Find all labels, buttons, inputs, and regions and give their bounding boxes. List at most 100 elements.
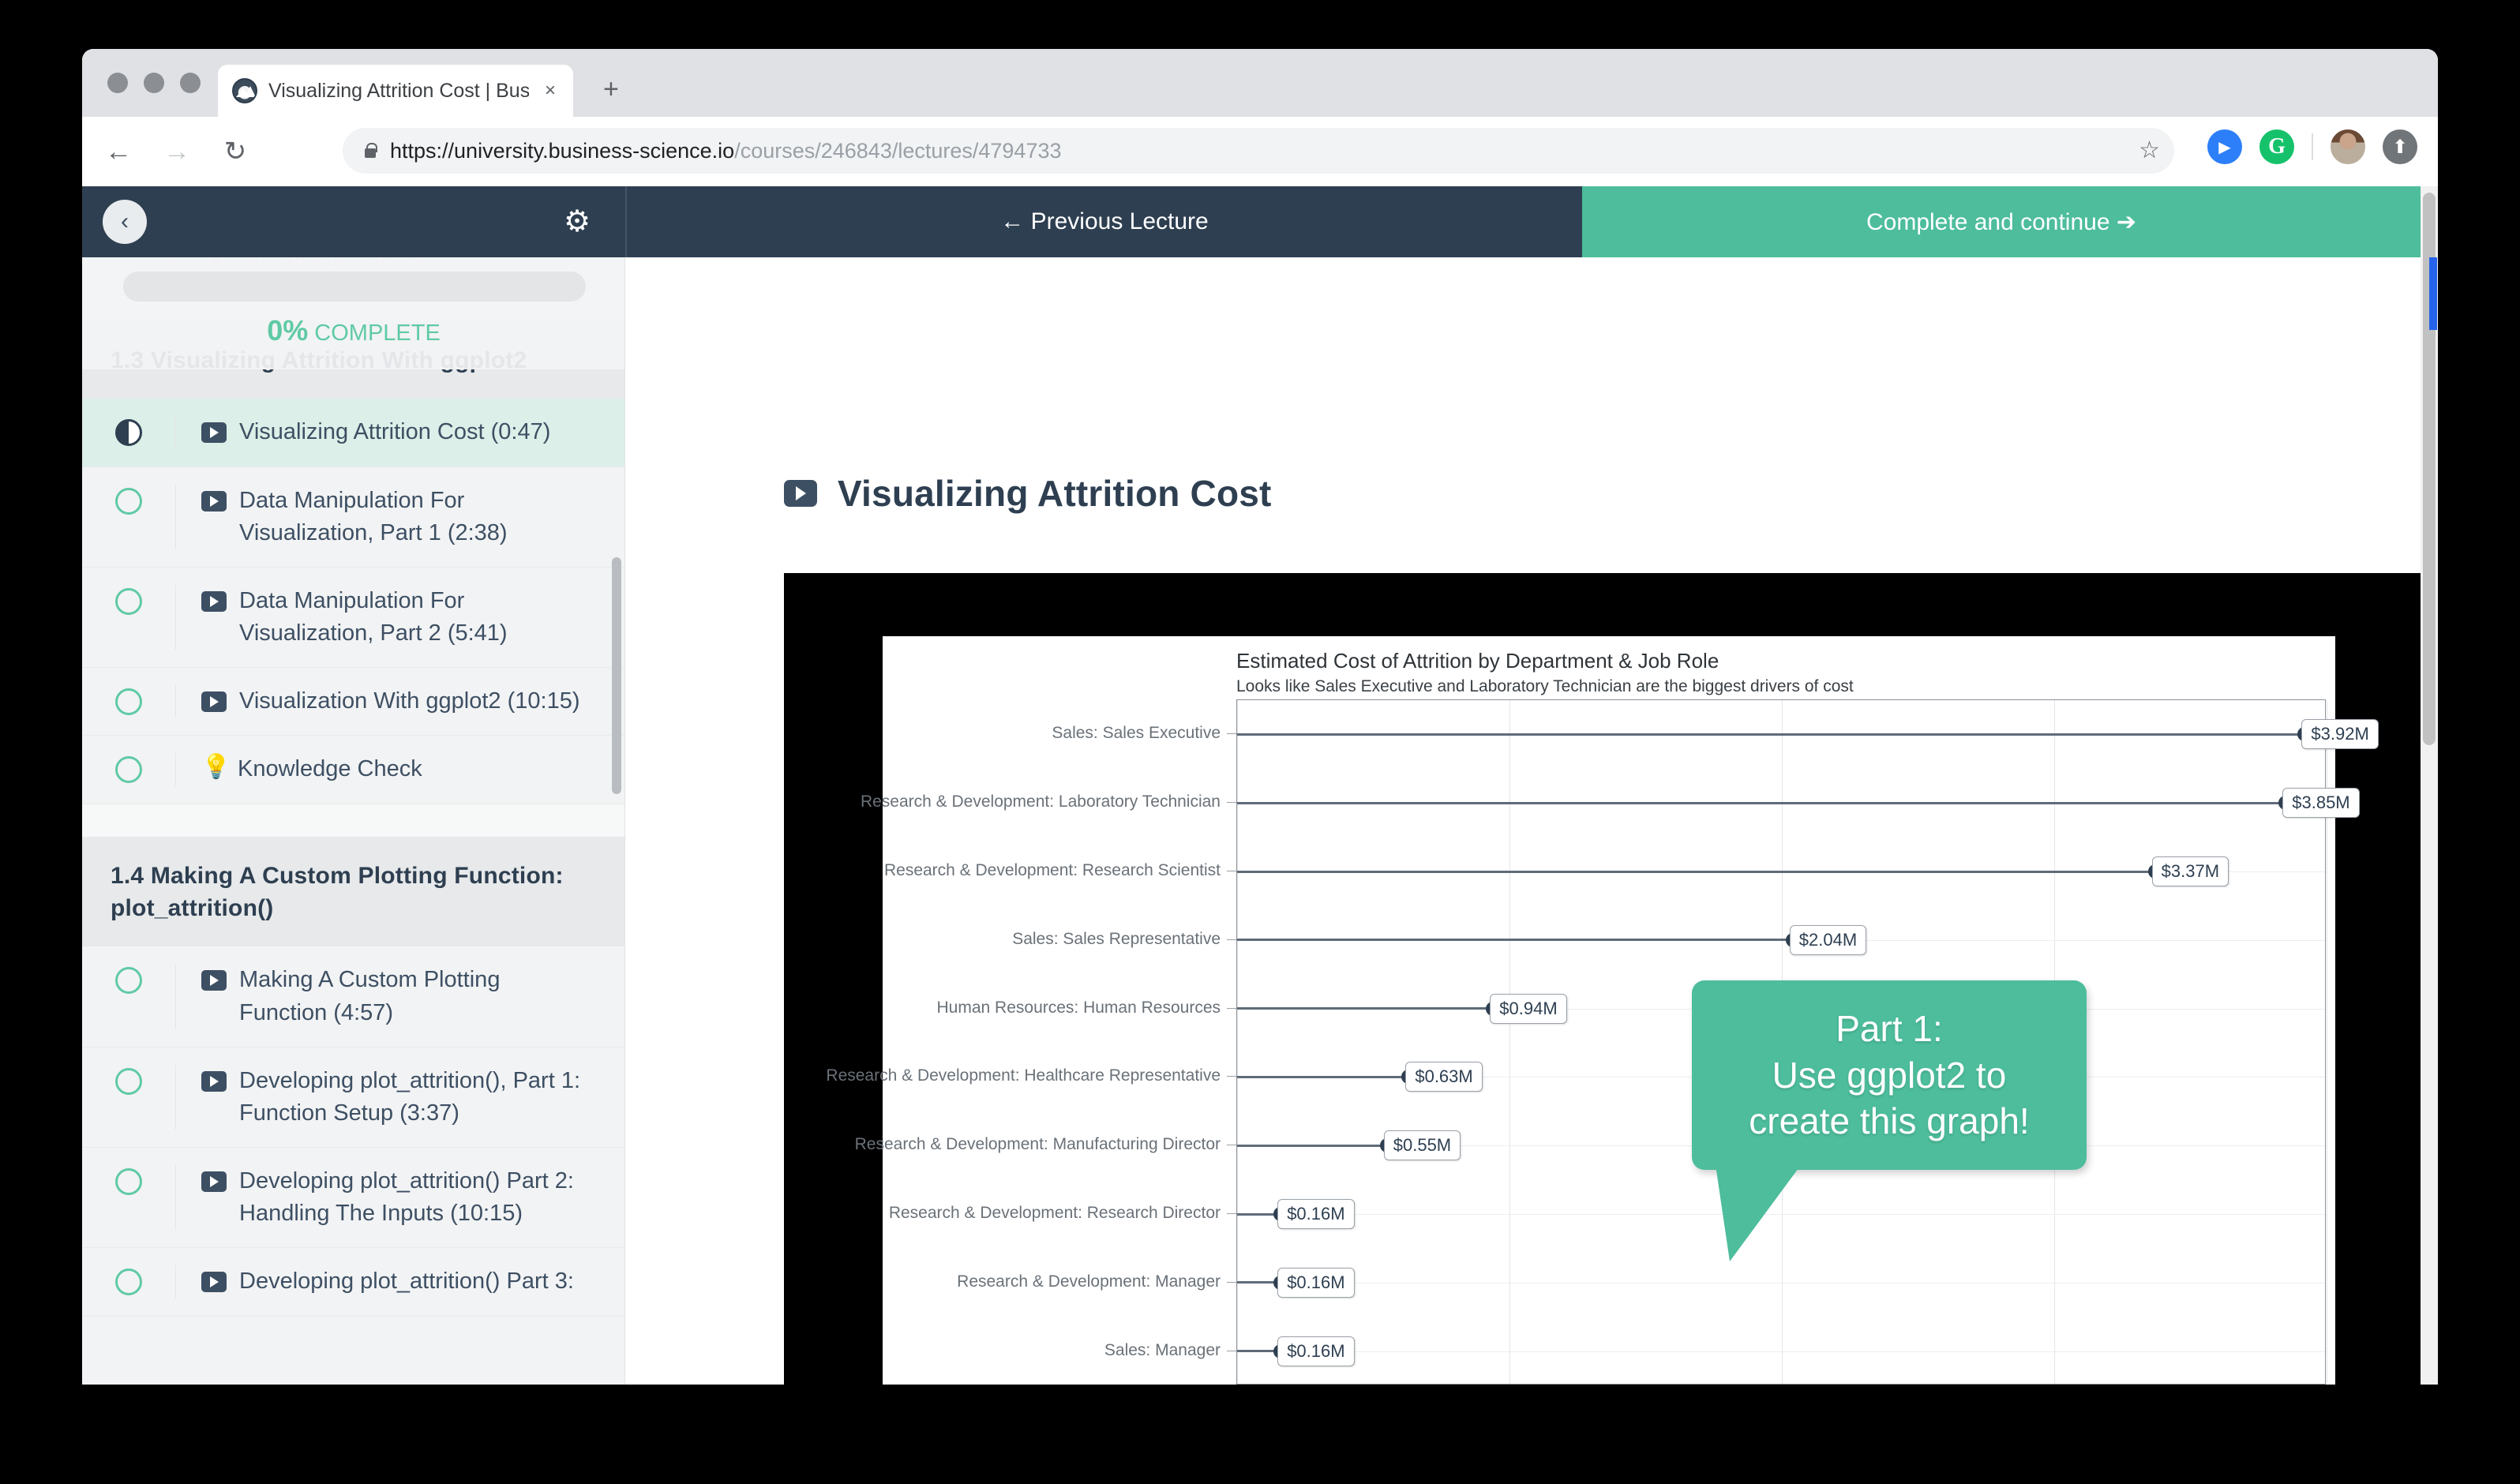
chart-ytick <box>1227 1281 1236 1283</box>
chart-title: Estimated Cost of Attrition by Departmen… <box>1236 649 1719 673</box>
chart-ytick-label: Research & Development: Research Directo… <box>888 1204 1221 1222</box>
forward-icon[interactable]: → <box>155 129 199 174</box>
close-icon[interactable]: × <box>540 80 561 101</box>
progress-bar <box>123 272 586 302</box>
status-circle <box>82 1165 175 1196</box>
zoom-camera-glyph: ▶ <box>2218 138 2231 156</box>
video-icon <box>201 590 227 612</box>
list-item-body: Making A Custom Plotting Function (4:57) <box>175 964 624 1029</box>
chart-ytick <box>1227 733 1236 735</box>
chart-bar <box>1237 801 2286 804</box>
course-topnav: ‹ ⚙ ← Previous Lecture Complete and cont… <box>82 186 2421 257</box>
status-circle <box>82 1065 175 1095</box>
grammarly-icon[interactable]: G <box>2259 129 2294 164</box>
chart-ytick <box>1227 939 1236 940</box>
chart-bar <box>1237 733 2305 736</box>
status-circle <box>82 1265 175 1296</box>
course-progress: 0% COMPLETE <box>82 257 624 369</box>
status-circle <box>82 753 175 784</box>
new-tab-button[interactable]: + <box>603 76 619 103</box>
upload-icon[interactable]: ⬆ <box>2383 129 2417 164</box>
list-item-body: Data Manipulation For Visualization, Par… <box>175 584 624 650</box>
chart-ytick <box>1227 1007 1236 1009</box>
status-circle <box>82 964 175 995</box>
chart-bar <box>1237 870 2155 873</box>
sidebar-item-developing-plot-attrition-part-2[interactable]: Developing plot_attrition() Part 2: Hand… <box>82 1148 624 1249</box>
close-window-button[interactable] <box>107 73 128 93</box>
bookmark-star-icon[interactable]: ☆ <box>2139 137 2160 164</box>
window-controls[interactable] <box>107 73 201 93</box>
callout-tail <box>1716 1165 1801 1261</box>
list-item-label: Developing plot_attrition() Part 2: Hand… <box>239 1168 574 1227</box>
chart-data-label: $2.04M <box>1789 924 1867 955</box>
list-item-label: Developing plot_attrition(), Part 1: Fun… <box>239 1067 580 1126</box>
sidebar-scroll-content: Attrition Workflow Recap (1:33) 💡 Knowle… <box>82 257 624 1317</box>
sidebar-item-data-manipulation-part-2[interactable]: Data Manipulation For Visualization, Par… <box>82 567 624 669</box>
chart-data-label: $0.63M <box>1405 1062 1483 1092</box>
sidebar-item-developing-plot-attrition-part-1[interactable]: Developing plot_attrition(), Part 1: Fun… <box>82 1047 624 1149</box>
previous-lecture-button[interactable]: ← Previous Lecture <box>625 186 1582 257</box>
reload-icon[interactable]: ↻ <box>213 129 257 174</box>
chart-gridline-horizontal <box>1237 1351 2325 1352</box>
chart-ytick <box>1227 1213 1236 1214</box>
chart-ytick-label: Research & Development: Laboratory Techn… <box>860 793 1221 811</box>
bulb-icon: 💡 <box>201 754 231 781</box>
back-icon[interactable]: ← <box>96 129 141 174</box>
favicon-mountain-icon <box>232 78 257 103</box>
tab-title: Visualizing Attrition Cost | Busi <box>268 79 529 102</box>
chart-figure: Estimated Cost of Attrition by Departmen… <box>826 636 2379 1385</box>
status-circle <box>82 685 175 716</box>
chart-ytick-label: Human Resources: Human Resources <box>936 998 1221 1017</box>
lecture-main: Visualizing Attrition Cost Estimated Cos… <box>626 257 2421 1385</box>
minimize-window-button[interactable] <box>144 73 164 93</box>
list-item-body: Developing plot_attrition() Part 2: Hand… <box>175 1165 624 1231</box>
zoom-camera-icon[interactable]: ▶ <box>2207 129 2242 164</box>
sidebar-item-visualizing-attrition-cost[interactable]: Visualizing Attrition Cost (0:47) <box>82 399 624 467</box>
sidebar-item-data-manipulation-part-1[interactable]: Data Manipulation For Visualization, Par… <box>82 467 624 568</box>
video-icon <box>201 422 227 444</box>
sidebar-item-making-custom-plotting-function[interactable]: Making A Custom Plotting Function (4:57) <box>82 946 624 1047</box>
video-icon <box>201 970 227 991</box>
page-scrollbar-track[interactable] <box>2421 186 2438 1385</box>
video-player[interactable]: Estimated Cost of Attrition by Departmen… <box>784 573 2421 1385</box>
complete-and-continue-button[interactable]: Complete and continue ➔ <box>1582 186 2421 257</box>
gear-icon[interactable]: ⚙ <box>564 207 591 237</box>
address-bar[interactable]: https://university.business-science.io/c… <box>343 128 2174 174</box>
toolbar-icon-group: ▶ G ⬆ <box>2207 129 2417 164</box>
list-item-body: Data Manipulation For Visualization, Par… <box>175 484 624 549</box>
sidebar-item-knowledge-check[interactable]: 💡 Knowledge Check <box>82 736 624 804</box>
sidebar-item-visualization-with-ggplot2[interactable]: Visualization With ggplot2 (10:15) <box>82 668 624 736</box>
list-item-label: Data Manipulation For Visualization, Par… <box>239 487 508 545</box>
scroll-position-marker <box>2429 257 2437 330</box>
list-item-label: Developing plot_attrition() Part 3: <box>239 1269 574 1295</box>
course-sidebar[interactable]: Attrition Workflow Recap (1:33) 💡 Knowle… <box>82 257 625 1385</box>
lock-icon <box>363 142 377 159</box>
chart-ytick <box>1227 1076 1236 1077</box>
sidebar-item-developing-plot-attrition-part-3[interactable]: Developing plot_attrition() Part 3: <box>82 1248 624 1317</box>
browser-tab[interactable]: Visualizing Attrition Cost | Busi × <box>218 65 573 117</box>
maximize-window-button[interactable] <box>180 73 201 93</box>
chart-data-label: $0.16M <box>1277 1336 1355 1366</box>
page-content: ‹ ⚙ ← Previous Lecture Complete and cont… <box>82 186 2438 1385</box>
video-icon <box>201 1171 227 1193</box>
url-path: /courses/246843/lectures/4794733 <box>734 138 1062 163</box>
progress-percent: 0% <box>267 314 309 347</box>
chart-bar <box>1237 939 1793 942</box>
chart-data-label: $0.55M <box>1383 1130 1461 1161</box>
video-icon <box>201 490 227 512</box>
avatar[interactable] <box>2331 129 2365 164</box>
callout-bubble: Part 1: Use ggplot2 to create this graph… <box>1692 980 2087 1170</box>
chart-data-label: $0.94M <box>1490 993 1567 1024</box>
list-item-label: Visualizing Attrition Cost (0:47) <box>239 419 551 445</box>
chart-data-label: $0.16M <box>1277 1267 1355 1298</box>
list-item-body: Visualizing Attrition Cost (0:47) <box>175 416 624 449</box>
chart-data-label: $3.85M <box>2282 788 2360 819</box>
chart-data-label: $3.37M <box>2151 856 2229 886</box>
callout-text: Part 1: Use ggplot2 to create this graph… <box>1749 1007 2030 1142</box>
lecture-title: Visualizing Attrition Cost <box>838 473 1272 514</box>
back-to-course-button[interactable]: ‹ <box>103 200 147 244</box>
list-item-label: Data Manipulation For Visualization, Par… <box>239 587 508 646</box>
progress-label: 0% COMPLETE <box>82 314 624 347</box>
progress-complete-text: COMPLETE <box>314 320 441 346</box>
sidebar-scrollbar[interactable] <box>612 557 621 794</box>
